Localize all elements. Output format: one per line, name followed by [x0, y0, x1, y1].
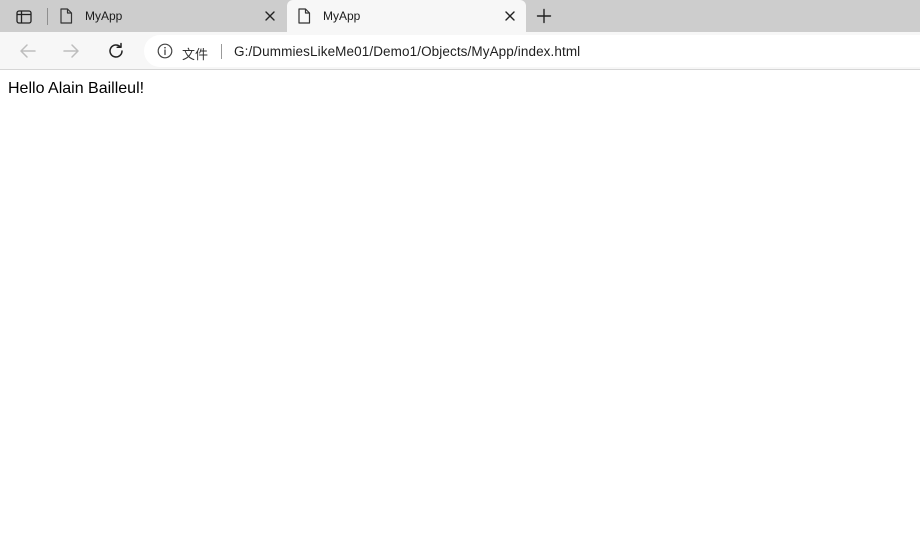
- tab-myapp-2[interactable]: MyApp: [287, 0, 526, 32]
- address-bar[interactable]: 文件 G:/DummiesLikeMe01/Demo1/Objects/MyAp…: [144, 35, 920, 67]
- back-button[interactable]: [15, 39, 41, 63]
- refresh-button[interactable]: [103, 39, 129, 63]
- info-icon[interactable]: [157, 43, 173, 59]
- back-arrow-icon: [20, 44, 36, 58]
- page-content: Hello Alain Bailleul!: [0, 71, 920, 559]
- refresh-icon: [109, 42, 123, 58]
- tab-title: MyApp: [85, 9, 123, 23]
- navigation-toolbar: 文件 G:/DummiesLikeMe01/Demo1/Objects/MyAp…: [0, 32, 920, 70]
- new-tab-button[interactable]: [533, 5, 555, 27]
- tab-actions-icon: [16, 10, 32, 24]
- close-icon[interactable]: [503, 9, 517, 23]
- tab-title: MyApp: [323, 9, 361, 23]
- tab-strip: MyApp MyApp: [0, 0, 920, 32]
- address-separator: [221, 44, 222, 59]
- scheme-label: 文件: [182, 48, 209, 63]
- greeting-text: Hello Alain Bailleul!: [8, 80, 145, 97]
- page-icon: [60, 8, 73, 24]
- page-icon: [298, 8, 311, 24]
- forward-arrow-icon: [63, 44, 79, 58]
- tab-myapp-1[interactable]: MyApp: [49, 0, 286, 32]
- plus-icon: [536, 8, 552, 24]
- tab-separator: [47, 8, 48, 25]
- url-text[interactable]: G:/DummiesLikeMe01/Demo1/Objects/MyApp/i…: [234, 44, 580, 59]
- close-icon[interactable]: [263, 9, 277, 23]
- tab-actions-button[interactable]: [10, 6, 38, 28]
- forward-button[interactable]: [58, 39, 84, 63]
